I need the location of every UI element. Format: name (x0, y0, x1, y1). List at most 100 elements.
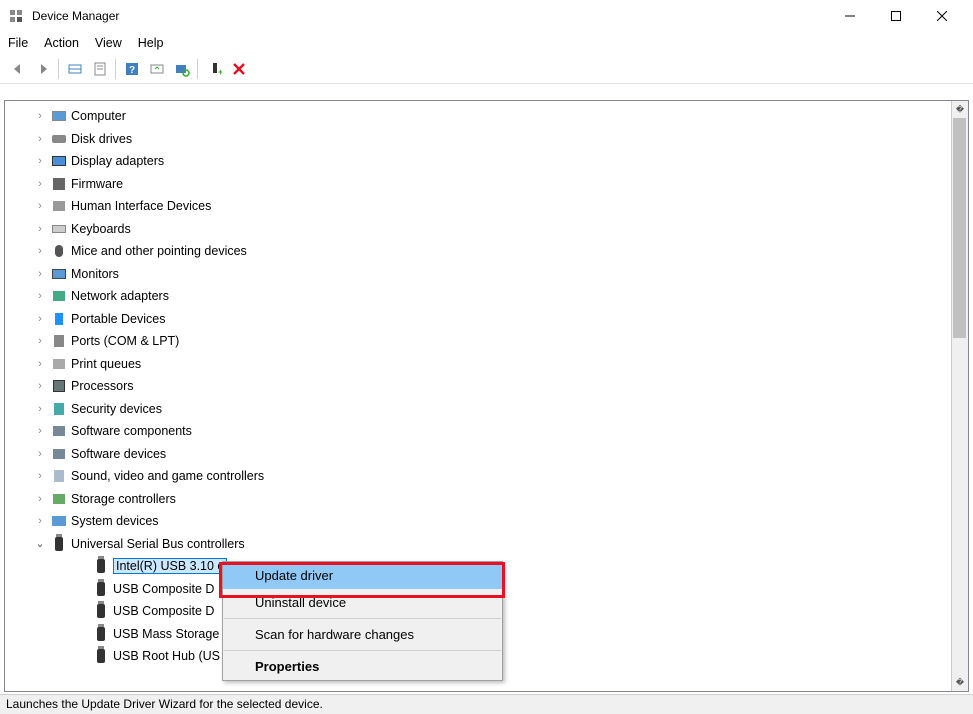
tree-item[interactable]: › Print queues (5, 353, 948, 376)
hid-icon (51, 198, 67, 214)
tree-item-label: Network adapters (71, 289, 169, 303)
usb-icon (93, 626, 109, 642)
chevron-right-icon[interactable]: › (33, 448, 47, 460)
tree-item-label: Mice and other pointing devices (71, 244, 247, 258)
mouse-icon (51, 243, 67, 259)
usb-icon (51, 536, 67, 552)
uninstall-button[interactable] (227, 58, 250, 80)
scroll-down-button[interactable]: � (952, 674, 968, 691)
minimize-button[interactable] (827, 0, 873, 32)
chevron-down-icon[interactable]: ⌄ (33, 537, 47, 550)
tree-item[interactable]: ›Portable Devices (5, 308, 948, 331)
tree-item[interactable]: ›Ports (COM & LPT) (5, 330, 948, 353)
chevron-right-icon[interactable]: › (33, 110, 47, 122)
chevron-right-icon[interactable]: › (33, 515, 47, 527)
software-icon (51, 423, 67, 439)
chevron-right-icon[interactable]: › (33, 223, 47, 235)
window-controls (827, 0, 965, 32)
tree-item[interactable]: ›Sound, video and game controllers (5, 465, 948, 488)
chevron-right-icon[interactable]: › (33, 470, 47, 482)
toolbar-separator (115, 59, 116, 79)
tree-item-label: Computer (71, 109, 126, 123)
tree-item[interactable]: › Security devices (5, 398, 948, 421)
sound-icon (51, 468, 67, 484)
menu-view[interactable]: View (95, 36, 122, 50)
add-hardware-button[interactable]: + (202, 58, 225, 80)
tree-item[interactable]: ›Storage controllers (5, 488, 948, 511)
chevron-right-icon[interactable]: › (33, 245, 47, 257)
update-driver-button[interactable] (145, 58, 168, 80)
usb-icon (93, 581, 109, 597)
disk-icon (51, 131, 67, 147)
chevron-right-icon[interactable]: › (33, 290, 47, 302)
firmware-icon (51, 176, 67, 192)
toolbar-separator (58, 59, 59, 79)
processor-icon (51, 378, 67, 394)
tree-item[interactable]: ⌄ Universal Serial Bus controllers (5, 533, 948, 556)
tree-item[interactable]: ›Monitors (5, 263, 948, 286)
tree-item-label: Software devices (71, 447, 166, 461)
vertical-scrollbar[interactable]: � � (951, 101, 968, 691)
chevron-right-icon[interactable]: › (33, 313, 47, 325)
tree-item[interactable]: › Mice and other pointing devices (5, 240, 948, 263)
show-hidden-button[interactable] (63, 58, 86, 80)
chevron-right-icon[interactable]: › (33, 268, 47, 280)
context-menu-item[interactable]: Scan for hardware changes (223, 621, 502, 648)
storage-icon (51, 491, 67, 507)
tree-item[interactable]: ›Display adapters (5, 150, 948, 173)
tree-item[interactable]: ›Processors (5, 375, 948, 398)
scroll-thumb[interactable] (953, 118, 966, 338)
titlebar: Device Manager (0, 0, 973, 32)
context-menu-item[interactable]: Uninstall device (223, 589, 502, 616)
toolbar-separator (197, 59, 198, 79)
tree-item[interactable]: › Network adapters (5, 285, 948, 308)
security-icon (51, 401, 67, 417)
tree-item[interactable]: ›Firmware (5, 173, 948, 196)
tree-item-label: Human Interface Devices (71, 199, 211, 213)
help-button[interactable]: ? (120, 58, 143, 80)
chevron-right-icon[interactable]: › (33, 200, 47, 212)
chevron-right-icon[interactable]: › (33, 155, 47, 167)
tree-item-label: Intel(R) USB 3.10 e (113, 558, 227, 574)
statusbar: Launches the Update Driver Wizard for th… (0, 694, 973, 714)
menu-action[interactable]: Action (44, 36, 79, 50)
tree-item-label: Universal Serial Bus controllers (71, 537, 245, 551)
forward-button[interactable] (31, 58, 54, 80)
context-menu-item[interactable]: Update driver (223, 562, 502, 589)
maximize-button[interactable] (873, 0, 919, 32)
tree-item[interactable]: › Keyboards (5, 218, 948, 241)
keyboard-icon (51, 221, 67, 237)
chevron-right-icon[interactable]: › (33, 133, 47, 145)
scroll-up-button[interactable]: � (952, 101, 968, 118)
tree-item[interactable]: ›Disk drives (5, 128, 948, 151)
menu-file[interactable]: File (8, 36, 28, 50)
back-button[interactable] (6, 58, 29, 80)
chevron-right-icon[interactable]: › (33, 380, 47, 392)
context-menu-item[interactable]: Properties (223, 653, 502, 680)
chevron-right-icon[interactable]: › (33, 403, 47, 415)
chevron-right-icon[interactable]: › (33, 178, 47, 190)
tree-item-label: Keyboards (71, 222, 131, 236)
tree-item[interactable]: › Human Interface Devices (5, 195, 948, 218)
close-button[interactable] (919, 0, 965, 32)
app-icon (8, 8, 24, 24)
tree-item-label: Security devices (71, 402, 162, 416)
usb-icon (93, 558, 109, 574)
tree-item[interactable]: ›Software components (5, 420, 948, 443)
chevron-right-icon[interactable]: › (33, 358, 47, 370)
tree-item[interactable]: › Computer (5, 105, 948, 128)
menu-help[interactable]: Help (138, 36, 164, 50)
chevron-right-icon[interactable]: › (33, 335, 47, 347)
software-device-icon (51, 446, 67, 462)
properties-button[interactable] (88, 58, 111, 80)
tree-item-label: System devices (71, 514, 159, 528)
tree-item[interactable]: › Software devices (5, 443, 948, 466)
tree-item[interactable]: › System devices (5, 510, 948, 533)
svg-text:+: + (218, 67, 222, 77)
tree-item-label: USB Composite D (113, 582, 214, 596)
portable-icon (51, 311, 67, 327)
chevron-right-icon[interactable]: › (33, 425, 47, 437)
tree-item-label: Print queues (71, 357, 141, 371)
chevron-right-icon[interactable]: › (33, 493, 47, 505)
scan-hardware-button[interactable] (170, 58, 193, 80)
